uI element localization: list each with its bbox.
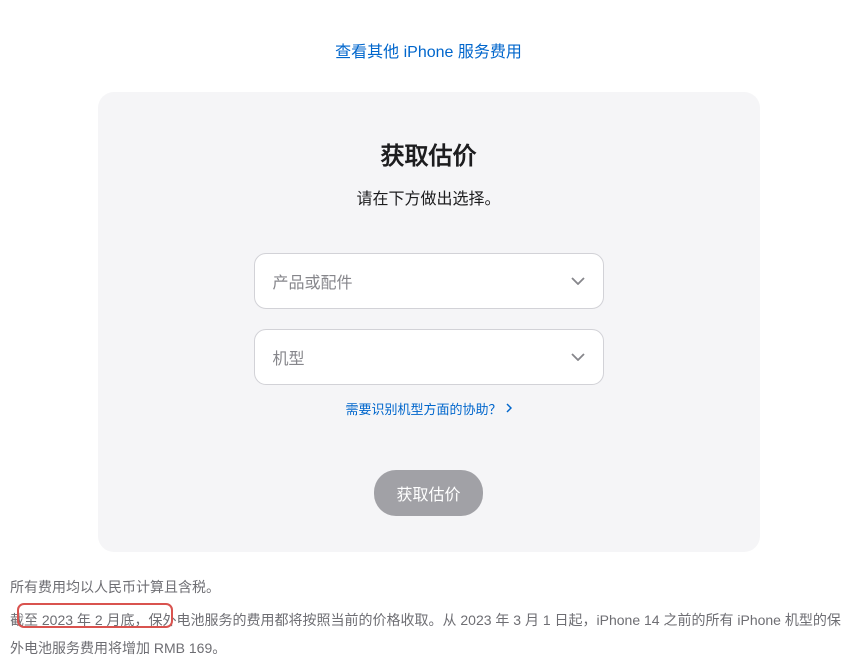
chevron-down-icon: [571, 277, 585, 285]
help-link-text: 需要识别机型方面的协助？: [345, 399, 501, 418]
chevron-down-icon: [571, 353, 585, 361]
top-link-container: 查看其他 iPhone 服务费用: [0, 0, 857, 62]
card-title: 获取估价: [138, 136, 720, 171]
chevron-right-icon: [506, 401, 512, 416]
model-select[interactable]: 机型: [254, 329, 604, 385]
model-select-placeholder: 机型: [273, 345, 571, 369]
footer-line-1: 所有费用均以人民币计算且含税。: [10, 574, 847, 601]
get-estimate-button[interactable]: 获取估价: [374, 470, 482, 516]
product-select[interactable]: 产品或配件: [254, 253, 604, 309]
other-services-link[interactable]: 查看其他 iPhone 服务费用: [335, 44, 522, 61]
estimate-card: 获取估价 请在下方做出选择。 产品或配件 机型 需要识别机型方面的协助？ 获取估…: [98, 92, 760, 552]
footer-text: 所有费用均以人民币计算且含税。 截至 2023 年 2 月底，保外电池服务的费用…: [0, 552, 857, 662]
footer-line-2: 截至 2023 年 2 月底，保外电池服务的费用都将按照当前的价格收取。从 20…: [10, 607, 847, 662]
identify-model-help-link[interactable]: 需要识别机型方面的协助？: [345, 399, 511, 418]
product-select-placeholder: 产品或配件: [273, 269, 571, 293]
card-subtitle: 请在下方做出选择。: [138, 185, 720, 209]
